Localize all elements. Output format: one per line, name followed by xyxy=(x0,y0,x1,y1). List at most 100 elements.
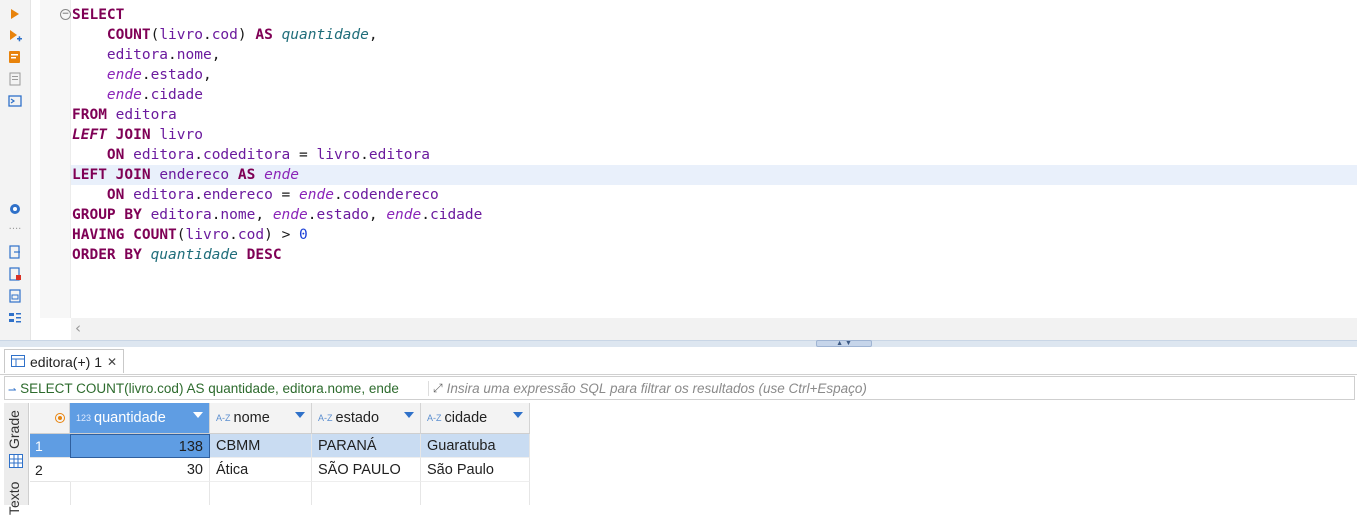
code-line[interactable]: COUNT(livro.cod) AS quantidade, xyxy=(72,25,1357,45)
results-tabbar: editora(+) 1 ✕ xyxy=(0,347,1357,375)
code-token: cod xyxy=(211,27,238,43)
panel-splitter[interactable] xyxy=(0,340,1357,347)
column-header-cidade[interactable]: A-Z cidade xyxy=(421,403,530,434)
code-token: . xyxy=(333,187,343,203)
query-text[interactable]: ⇀ SELECT COUNT(livro.cod) AS quantidade,… xyxy=(5,380,429,396)
code-token: = xyxy=(290,147,317,163)
filter-input[interactable]: ⤢ Insira uma expressão SQL para filtrar … xyxy=(429,381,1354,396)
text-type-icon: A-Z xyxy=(318,413,333,423)
code-token: ON xyxy=(106,187,125,203)
sql-code[interactable]: SELECT COUNT(livro.cod) AS quantidade, e… xyxy=(71,5,1357,265)
column-header-quantidade[interactable]: 123 quantidade xyxy=(70,403,210,434)
code-token: livro xyxy=(159,27,203,43)
code-token: estado xyxy=(150,67,203,83)
tab-texto[interactable]: Texto xyxy=(6,482,22,515)
close-icon[interactable]: ✕ xyxy=(107,355,117,369)
code-line[interactable]: editora.nome, xyxy=(72,45,1357,65)
code-token: . xyxy=(202,27,212,43)
query-icon: ⇀ xyxy=(8,384,17,396)
code-line[interactable]: LEFT JOIN livro xyxy=(72,125,1357,145)
text-type-icon: A-Z xyxy=(216,413,231,423)
code-token: FROM xyxy=(72,107,107,123)
format-icon[interactable] xyxy=(8,311,22,325)
code-token: editora xyxy=(106,47,169,63)
load-plan-icon[interactable] xyxy=(8,72,22,86)
filter-bar: ⇀ SELECT COUNT(livro.cod) AS quantidade,… xyxy=(4,376,1355,400)
code-line[interactable]: ON editora.codeditora = livro.editora xyxy=(72,145,1357,165)
fold-toggle-icon[interactable]: − xyxy=(60,9,71,20)
code-token: HAVING xyxy=(72,227,125,243)
code-token: ende xyxy=(386,207,422,223)
column-header-nome[interactable]: A-Z nome xyxy=(210,403,312,434)
export-icon[interactable] xyxy=(8,245,22,259)
tab-results[interactable]: editora(+) 1 ✕ xyxy=(4,349,125,373)
sort-dropdown-icon[interactable] xyxy=(193,412,203,418)
view-switcher: Grade Texto xyxy=(4,403,29,515)
code-token: GROUP BY xyxy=(72,207,142,223)
row-number[interactable]: 1 xyxy=(30,434,70,458)
execute-script-icon[interactable] xyxy=(8,29,22,43)
sort-dropdown-icon[interactable] xyxy=(404,412,414,418)
table-cell-estado[interactable]: SÃO PAULO xyxy=(312,458,421,482)
code-token: . xyxy=(141,67,151,83)
editor-horizontal-scrollbar[interactable]: ‹ xyxy=(71,318,1357,340)
sort-dropdown-icon[interactable] xyxy=(295,412,305,418)
code-line[interactable]: LEFT JOIN endereco AS ende xyxy=(71,165,1357,185)
import-icon[interactable] xyxy=(8,267,22,281)
grid-icon[interactable] xyxy=(9,454,23,473)
table-cell-cidade[interactable]: São Paulo xyxy=(421,458,530,482)
sort-dropdown-icon[interactable] xyxy=(513,412,523,418)
splitter-toggle-icon[interactable]: ▲ ▼ xyxy=(816,340,872,347)
code-token: , xyxy=(368,27,378,43)
code-token: livro xyxy=(185,227,230,243)
code-line[interactable]: ende.cidade xyxy=(72,85,1357,105)
more-icon[interactable]: ···· xyxy=(8,222,22,236)
code-token: . xyxy=(141,87,151,103)
column-label: cidade xyxy=(444,410,488,426)
code-token: quantidade xyxy=(150,247,238,263)
execute-icon[interactable] xyxy=(8,7,22,21)
code-token: COUNT xyxy=(106,27,151,43)
code-line[interactable]: HAVING COUNT(livro.cod) > 0 xyxy=(72,225,1357,245)
table-cell-estado[interactable]: PARANÁ xyxy=(312,434,421,458)
code-token: AS xyxy=(237,167,256,183)
script-icon[interactable] xyxy=(8,289,22,303)
console-icon[interactable] xyxy=(8,94,22,108)
grid-line xyxy=(209,482,210,505)
settings-icon[interactable] xyxy=(8,202,22,216)
explain-plan-icon[interactable] xyxy=(8,50,22,64)
code-token: . xyxy=(194,187,203,203)
table-cell-cidade[interactable]: Guaratuba xyxy=(421,434,530,458)
code-line[interactable]: SELECT xyxy=(72,5,1357,25)
row-number[interactable]: 2 xyxy=(30,458,70,482)
code-line[interactable]: ON editora.endereco = ende.codendereco xyxy=(72,185,1357,205)
table-cell-quantidade[interactable]: 30 xyxy=(70,458,210,482)
row-header-corner[interactable] xyxy=(30,403,70,434)
tab-grade[interactable]: Grade xyxy=(6,410,22,449)
table-cell-nome[interactable]: Ática xyxy=(210,458,312,482)
column-header-estado[interactable]: A-Z estado xyxy=(312,403,421,434)
code-token: JOIN xyxy=(115,167,151,183)
code-line[interactable]: ORDER BY quantidade DESC xyxy=(72,245,1357,265)
code-line[interactable]: ende.estado, xyxy=(72,65,1357,85)
scroll-left-icon[interactable]: ‹ xyxy=(75,319,81,337)
expand-icon[interactable]: ⤢ xyxy=(433,381,443,396)
code-line[interactable]: GROUP BY editora.nome, ende.estado, ende… xyxy=(72,205,1357,225)
code-token: ende xyxy=(299,187,334,203)
code-token: codendereco xyxy=(342,187,439,203)
editor-gutter xyxy=(40,0,71,318)
table-cell-nome[interactable]: CBMM xyxy=(210,434,312,458)
column-label: quantidade xyxy=(94,410,166,426)
code-token: editora xyxy=(368,147,430,163)
code-token: . xyxy=(194,147,203,163)
code-line[interactable]: FROM editora xyxy=(72,105,1357,125)
tab-results-label: editora(+) 1 xyxy=(30,353,102,370)
table-cell-quantidade[interactable]: 138 xyxy=(70,434,210,458)
query-text-label: SELECT COUNT(livro.cod) AS quantidade, e… xyxy=(20,380,399,396)
grid-line xyxy=(529,482,530,505)
